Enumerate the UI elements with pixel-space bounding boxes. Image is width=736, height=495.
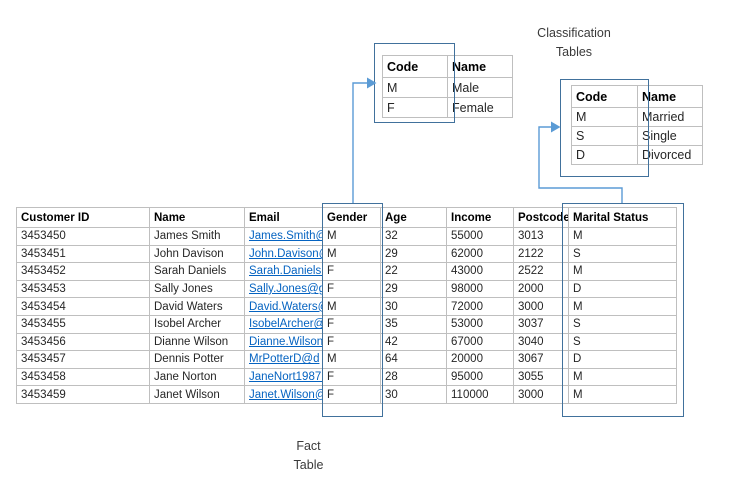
age-cell: 64 [381,351,447,369]
name-cell: Isobel Archer [150,315,245,333]
name-cell: James Smith [150,228,245,246]
customer-id-cell: 3453457 [17,351,150,369]
income-cell: 55000 [447,228,514,246]
age-cell: 30 [381,386,447,404]
diagram-canvas: Code Name MMaleFFemale Code Name MMarrie… [0,0,736,495]
postcode-cell: 2000 [514,280,569,298]
marital-status-column-highlight-box [562,203,684,417]
gender-column-highlight-box [322,203,383,417]
customer-id-cell: 3453451 [17,245,150,263]
customer-id-cell: 3453455 [17,315,150,333]
customer-id-cell: 3453453 [17,280,150,298]
customer-id-cell: 3453450 [17,228,150,246]
postcode-cell: 3037 [514,315,569,333]
customer-id-cell: 3453452 [17,263,150,281]
gender-code-highlight-box [374,43,455,123]
postcode-cell: 3000 [514,386,569,404]
email-header: Email [245,208,323,228]
classification-tables-label-line2: Tables [528,43,620,62]
email-cell: Sally.Jones@g [245,280,323,298]
income-cell: 67000 [447,333,514,351]
postcode-cell: 3013 [514,228,569,246]
name-cell: Jane Norton [150,368,245,386]
email-cell: John.Davison@ [245,245,323,263]
email-link[interactable]: Janet.Wilson@ [249,389,323,401]
customer-id-cell: 3453454 [17,298,150,316]
income-cell: 110000 [447,386,514,404]
postcode-cell: 3000 [514,298,569,316]
income-cell: 43000 [447,263,514,281]
email-cell: James.Smith@ [245,228,323,246]
income-cell: 72000 [447,298,514,316]
income-cell: 95000 [447,368,514,386]
customer-id-cell: 3453456 [17,333,150,351]
postcode-cell: 2122 [514,245,569,263]
email-link[interactable]: JaneNort1987@ [249,371,323,383]
fact-table-label-line1: Fact [266,437,351,456]
postcode-cell: 3055 [514,368,569,386]
name-cell: John Davison [150,245,245,263]
age-cell: 32 [381,228,447,246]
name-cell: Female [448,98,513,118]
customer-id-header: Customer ID [17,208,150,228]
email-cell: Janet.Wilson@ [245,386,323,404]
name-cell: Sarah Daniels [150,263,245,281]
name-cell: Male [448,78,513,98]
email-link[interactable]: Sally.Jones@g [249,283,323,295]
email-link[interactable]: John.Davison@ [249,248,323,260]
email-link[interactable]: Dianne.Wilson@ [249,336,323,348]
fact-table-label-line2: Table [266,456,351,475]
income-cell: 62000 [447,245,514,263]
age-cell: 28 [381,368,447,386]
email-cell: David.Waters@ [245,298,323,316]
marital-code-highlight-box [560,79,649,177]
email-cell: IsobelArcher@ [245,315,323,333]
income-header: Income [447,208,514,228]
age-cell: 29 [381,245,447,263]
classification-tables-label-line1: Classification [528,24,620,43]
email-cell: JaneNort1987@ [245,368,323,386]
age-cell: 30 [381,298,447,316]
email-link[interactable]: IsobelArcher@ [249,318,323,330]
classification-tables-label: Classification Tables [528,24,620,62]
income-cell: 53000 [447,315,514,333]
age-cell: 22 [381,263,447,281]
postcode-cell: 2522 [514,263,569,281]
name-cell: Dianne Wilson [150,333,245,351]
email-link[interactable]: David.Waters@ [249,301,323,313]
email-cell: Sarah.Daniels@ [245,263,323,281]
gender-relationship-connector [353,78,377,204]
income-cell: 20000 [447,351,514,369]
gender-name-header: Name [448,56,513,78]
postcode-header: Postcode [514,208,569,228]
name-header: Name [150,208,245,228]
email-link[interactable]: MrPotterD@d [249,353,319,365]
name-cell: Sally Jones [150,280,245,298]
email-link[interactable]: Sarah.Daniels@ [249,265,323,277]
income-cell: 98000 [447,280,514,298]
postcode-cell: 3067 [514,351,569,369]
age-cell: 29 [381,280,447,298]
age-cell: 35 [381,315,447,333]
email-cell: MrPotterD@d [245,351,323,369]
fact-table-label: Fact Table [266,437,351,475]
customer-id-cell: 3453459 [17,386,150,404]
customer-id-cell: 3453458 [17,368,150,386]
postcode-cell: 3040 [514,333,569,351]
name-cell: David Waters [150,298,245,316]
email-link[interactable]: James.Smith@ [249,230,323,242]
name-cell: Janet Wilson [150,386,245,404]
email-cell: Dianne.Wilson@ [245,333,323,351]
age-cell: 42 [381,333,447,351]
age-header: Age [381,208,447,228]
name-cell: Dennis Potter [150,351,245,369]
